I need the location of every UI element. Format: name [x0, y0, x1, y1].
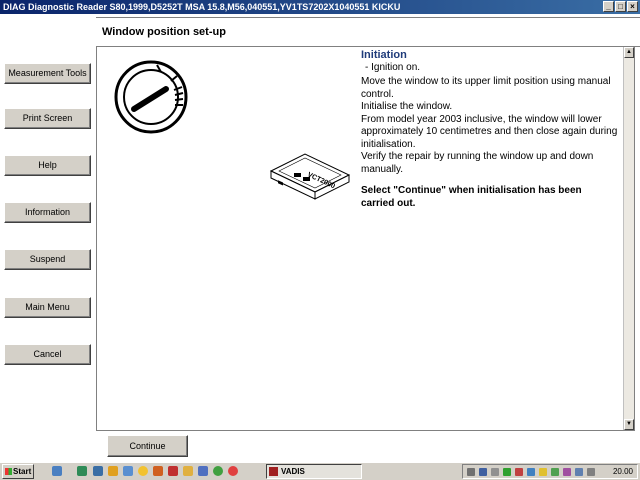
instruction-line: From model year 2003 inclusive, the wind…: [361, 113, 602, 125]
task-vadis[interactable]: VADIS: [266, 464, 362, 479]
vertical-scrollbar[interactable]: ▲ ▼: [623, 47, 634, 430]
minimize-button[interactable]: _: [603, 1, 614, 12]
measurement-tools-button[interactable]: Measurement Tools: [4, 63, 91, 84]
show-desktop-icon[interactable]: [52, 466, 62, 476]
instruction-text: Initiation - Ignition on. Move the windo…: [361, 49, 623, 210]
conclusion-text: Select "Continue" when initialisation ha…: [361, 185, 623, 210]
instruction-line: initialisation.: [361, 138, 416, 150]
task-label: VADIS: [281, 467, 305, 476]
tray-icon[interactable]: [467, 468, 475, 476]
scroll-up-arrow-icon[interactable]: ▲: [624, 47, 634, 58]
quicklaunch-icon[interactable]: [198, 466, 208, 476]
quicklaunch-icon[interactable]: [168, 466, 178, 476]
window-title: DIAG Diagnostic Reader S80,1999,D5252T M…: [3, 2, 401, 12]
ignition-bullet: - Ignition on.: [365, 62, 421, 73]
quicklaunch-icon[interactable]: [108, 466, 118, 476]
ignition-switch-illustration: [114, 60, 188, 134]
vadis-icon: [269, 467, 278, 476]
instruction-line: control.: [361, 88, 394, 100]
app-main: Measurement Tools Print Screen Help Info…: [0, 14, 640, 462]
conclusion-line: Select "Continue" when initialisation ha…: [361, 185, 582, 196]
browser-icon[interactable]: [213, 466, 223, 476]
continue-button[interactable]: Continue: [107, 435, 188, 457]
taskbar: Start VADIS 20.00: [0, 462, 640, 480]
instruction-line: approximately 10 centimetres and then cl…: [361, 126, 618, 137]
instruction-line: Verify the repair by running the window …: [361, 151, 594, 162]
tray-icon[interactable]: [527, 468, 535, 476]
start-label: Start: [13, 467, 32, 476]
vct2000-device-illustration: VCT2000: [269, 153, 351, 200]
tray-icon[interactable]: [515, 468, 523, 476]
windows-flag-icon: [5, 468, 12, 475]
tray-icon[interactable]: [587, 468, 595, 476]
scroll-down-arrow-icon[interactable]: ▼: [624, 419, 634, 430]
quicklaunch-icon[interactable]: [183, 466, 193, 476]
tray-icon[interactable]: [539, 468, 547, 476]
taskbar-clock: 20.00: [612, 467, 633, 476]
quicklaunch-icon[interactable]: [123, 466, 133, 476]
window-titlebar: DIAG Diagnostic Reader S80,1999,D5252T M…: [0, 0, 640, 14]
tray-icon[interactable]: [551, 468, 559, 476]
suspend-button[interactable]: Suspend: [4, 249, 91, 270]
content-panel: VCT2000 Initiation - Ignition on. Move t…: [96, 46, 635, 431]
tray-icon[interactable]: [563, 468, 571, 476]
system-tray: 20.00: [462, 464, 638, 479]
smiley-icon[interactable]: [138, 466, 148, 476]
help-button[interactable]: Help: [4, 155, 91, 176]
page-title: Window position set-up: [102, 26, 226, 38]
browser-icon[interactable]: [228, 466, 238, 476]
instruction-line: Move the window to its upper limit posit…: [361, 76, 611, 87]
quicklaunch-icon[interactable]: [77, 466, 87, 476]
maximize-button[interactable]: □: [615, 1, 626, 12]
instruction-line: Initialise the window.: [361, 101, 453, 112]
instruction-line: manually.: [361, 163, 404, 175]
print-screen-button[interactable]: Print Screen: [4, 108, 91, 129]
window-controls: _ □ ×: [603, 1, 638, 12]
quicklaunch-icon[interactable]: [153, 466, 163, 476]
conclusion-line: carried out.: [361, 197, 416, 209]
tray-icon[interactable]: [491, 468, 499, 476]
section-title: Initiation: [361, 49, 407, 61]
tray-icon[interactable]: [479, 468, 487, 476]
information-button[interactable]: Information: [4, 202, 91, 223]
quicklaunch-icon[interactable]: [93, 466, 103, 476]
tray-icon[interactable]: [575, 468, 583, 476]
close-button[interactable]: ×: [627, 1, 638, 12]
main-menu-button[interactable]: Main Menu: [4, 297, 91, 318]
start-button[interactable]: Start: [2, 464, 34, 479]
sidebar: Measurement Tools Print Screen Help Info…: [0, 14, 96, 462]
cancel-button[interactable]: Cancel: [4, 344, 91, 365]
page-header: Window position set-up: [96, 17, 640, 47]
tray-icon[interactable]: [503, 468, 511, 476]
